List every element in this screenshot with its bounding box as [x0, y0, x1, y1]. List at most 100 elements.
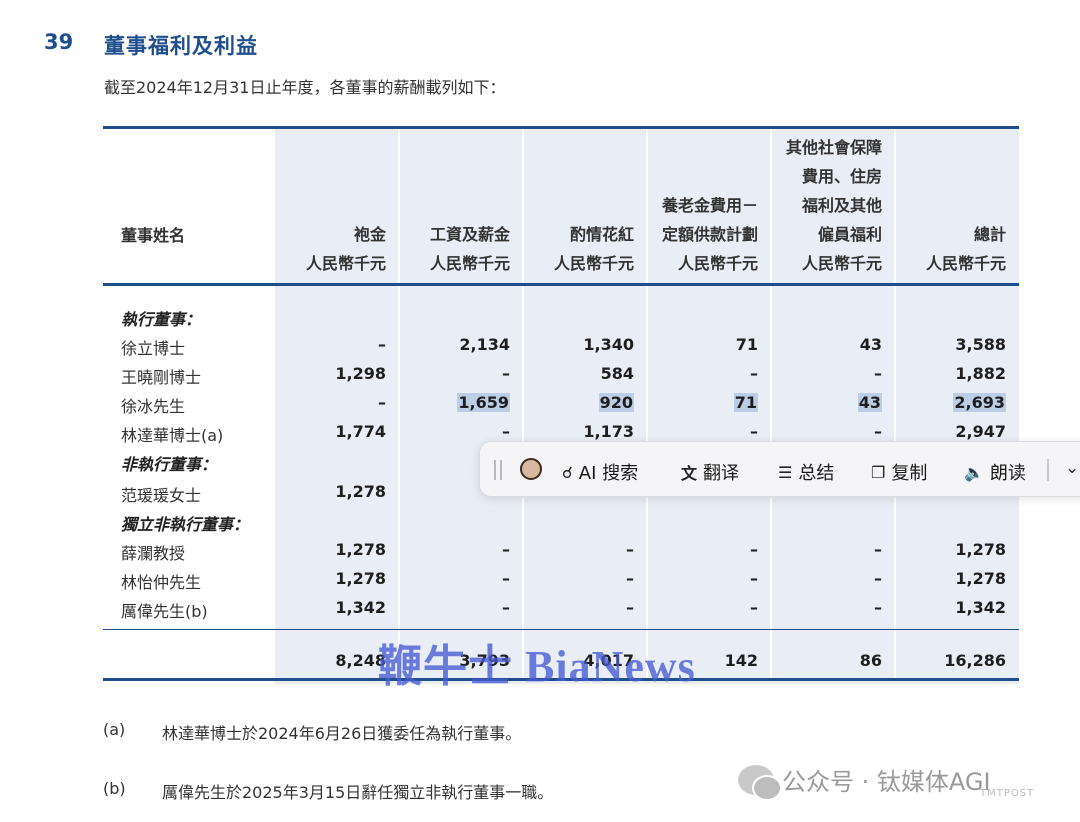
- bonus-cell: 920: [534, 393, 634, 412]
- pension-cell: –: [750, 540, 758, 559]
- salaries-cell: 1,659: [410, 393, 510, 412]
- ai-search-icon: ☌: [562, 462, 573, 482]
- table-row: 王曉剛博士 1,298 – 584 – – 1,882: [103, 359, 1019, 388]
- total-cell: 1,882: [955, 364, 1006, 383]
- chevron-down-icon[interactable]: ⌄: [1065, 458, 1079, 478]
- assistant-avatar-icon[interactable]: [520, 458, 542, 480]
- bonus-cell: 1,173: [583, 422, 634, 441]
- copy-button[interactable]: ❐ 复制: [871, 459, 927, 485]
- header-pension: 養老金費用－ 定額供款計劃 人民幣千元: [661, 196, 758, 273]
- director-name: 徐立博士: [121, 339, 186, 358]
- translate-icon: 文: [681, 464, 698, 483]
- grand-total: 16,286: [944, 651, 1006, 670]
- fees-cell: –: [378, 393, 386, 412]
- drag-handle-icon[interactable]: [494, 460, 502, 480]
- header-bonus: 酌情花紅 人民幣千元: [553, 225, 634, 273]
- social-cell: –: [874, 569, 882, 588]
- director-name: 林怡仲先生: [121, 573, 202, 592]
- selection-highlight[interactable]: 43: [857, 393, 882, 412]
- section-title: 董事福利及利益: [104, 34, 258, 58]
- pension-cell: 71: [735, 335, 758, 354]
- bonus-cell: –: [626, 540, 634, 559]
- footnote-a-mark: (a): [103, 720, 126, 739]
- bonus-cell: 1,340: [583, 335, 634, 354]
- section-number: 39: [44, 30, 74, 54]
- header-social-security: 其他社會保障 費用、住房 福利及其他 僱員福利 人民幣千元: [785, 138, 882, 273]
- summary-icon: ☰: [778, 462, 793, 482]
- social-total: 86: [859, 651, 882, 670]
- pension-cell: –: [750, 598, 758, 617]
- social-cell: 43: [859, 335, 882, 354]
- speaker-icon: 🔈: [964, 462, 984, 482]
- selection-highlight[interactable]: 1,659: [457, 393, 510, 412]
- table-top-rule: [103, 126, 1019, 129]
- ai-search-button[interactable]: ☌ AI 搜索: [562, 459, 638, 485]
- pension-cell: –: [750, 422, 758, 441]
- tmtpost-label: TMTPOST: [980, 788, 1035, 799]
- fees-cell: 1,342: [335, 598, 386, 617]
- pension-cell: 71: [658, 393, 758, 412]
- ai-search-label: AI 搜索: [578, 463, 639, 484]
- fees-cell: 1,278: [335, 540, 386, 559]
- header-fees: 袍金 人民幣千元: [305, 225, 386, 273]
- total-cell: 2,947: [955, 422, 1006, 441]
- wechat-account-label: 公众号 · 钛媒体AGI: [782, 768, 991, 796]
- selection-highlight[interactable]: 920: [598, 393, 634, 412]
- header-director-name: 董事姓名: [121, 226, 186, 245]
- summary-button[interactable]: ☰ 总结: [778, 459, 834, 485]
- footnote-b-mark: (b): [103, 779, 126, 798]
- wechat-icon: [738, 764, 782, 801]
- director-name: 徐冰先生: [121, 397, 186, 416]
- selection-highlight[interactable]: 2,693: [953, 393, 1006, 412]
- group-label: 非執行董事：: [121, 455, 218, 474]
- read-aloud-label: 朗读: [989, 463, 1026, 484]
- salaries-cell: –: [502, 598, 510, 617]
- salaries-cell: –: [502, 364, 510, 383]
- pension-cell: –: [750, 569, 758, 588]
- total-cell: 1,342: [955, 598, 1006, 617]
- selection-toolbar: ☌ AI 搜索 文 翻译 ☰ 总结 ❐ 复制 🔈 朗读 ⌄: [479, 441, 1080, 497]
- fees-cell: 1,278: [335, 569, 386, 588]
- fees-cell: 1,298: [335, 364, 386, 383]
- director-name: 林達華博士(a): [121, 426, 224, 445]
- total-cell: 1,278: [955, 569, 1006, 588]
- table-row: 林怡仲先生 1,278 – – – – 1,278: [103, 564, 1019, 593]
- pension-cell: –: [750, 364, 758, 383]
- total-cell: 1,278: [955, 540, 1006, 559]
- bianews-watermark: 鞭牛士 BiaNews: [378, 642, 696, 691]
- summary-label: 总结: [798, 463, 835, 484]
- table-row: 薛瀾教授 1,278 – – – – 1,278: [103, 535, 1019, 564]
- header-total: 總計 人民幣千元: [925, 225, 1006, 273]
- total-cell: 3,588: [955, 335, 1006, 354]
- remuneration-table: 董事姓名 袍金 人民幣千元 工資及薪金 人民幣千元 酌情花紅 人民幣千元 養老金費用－…: [103, 126, 1019, 684]
- footnote-b-text: 厲偉先生於2025年3月15日辭任獨立非執行董事一職。: [162, 783, 554, 802]
- translate-button[interactable]: 文 翻译: [681, 459, 739, 485]
- group-label: 獨立非執行董事：: [121, 515, 250, 534]
- toolbar-divider: [1047, 459, 1049, 481]
- footnote-a-text: 林達華博士於2024年6月26日獲委任為執行董事。: [162, 724, 522, 743]
- bonus-cell: –: [626, 598, 634, 617]
- header-salaries: 工資及薪金 人民幣千元: [429, 225, 510, 273]
- social-cell: –: [874, 540, 882, 559]
- social-cell: –: [874, 598, 882, 617]
- total-cell: 2,693: [906, 393, 1006, 412]
- social-cell: –: [874, 422, 882, 441]
- fees-cell: 1,774: [335, 422, 386, 441]
- salaries-cell: –: [502, 540, 510, 559]
- social-cell: 43: [782, 393, 882, 412]
- group-independent: 獨立非執行董事：: [103, 506, 1019, 535]
- read-aloud-button[interactable]: 🔈 朗读: [964, 459, 1026, 485]
- director-name: 范瑗瑗女士: [121, 486, 202, 505]
- table-row-selected[interactable]: 徐冰先生 – 1,659 920 71 43 2,693: [103, 388, 1019, 417]
- bonus-cell: –: [626, 569, 634, 588]
- selection-highlight[interactable]: 71: [733, 393, 758, 412]
- salaries-cell: –: [502, 569, 510, 588]
- group-label: 執行董事：: [121, 310, 202, 329]
- director-name: 王曉剛博士: [121, 368, 202, 387]
- salaries-cell: –: [502, 422, 510, 441]
- fees-cell: –: [378, 335, 386, 354]
- copy-icon: ❐: [871, 462, 886, 482]
- bonus-cell: 584: [600, 364, 634, 383]
- copy-label: 复制: [891, 463, 928, 484]
- table-header-rule: [103, 283, 1019, 286]
